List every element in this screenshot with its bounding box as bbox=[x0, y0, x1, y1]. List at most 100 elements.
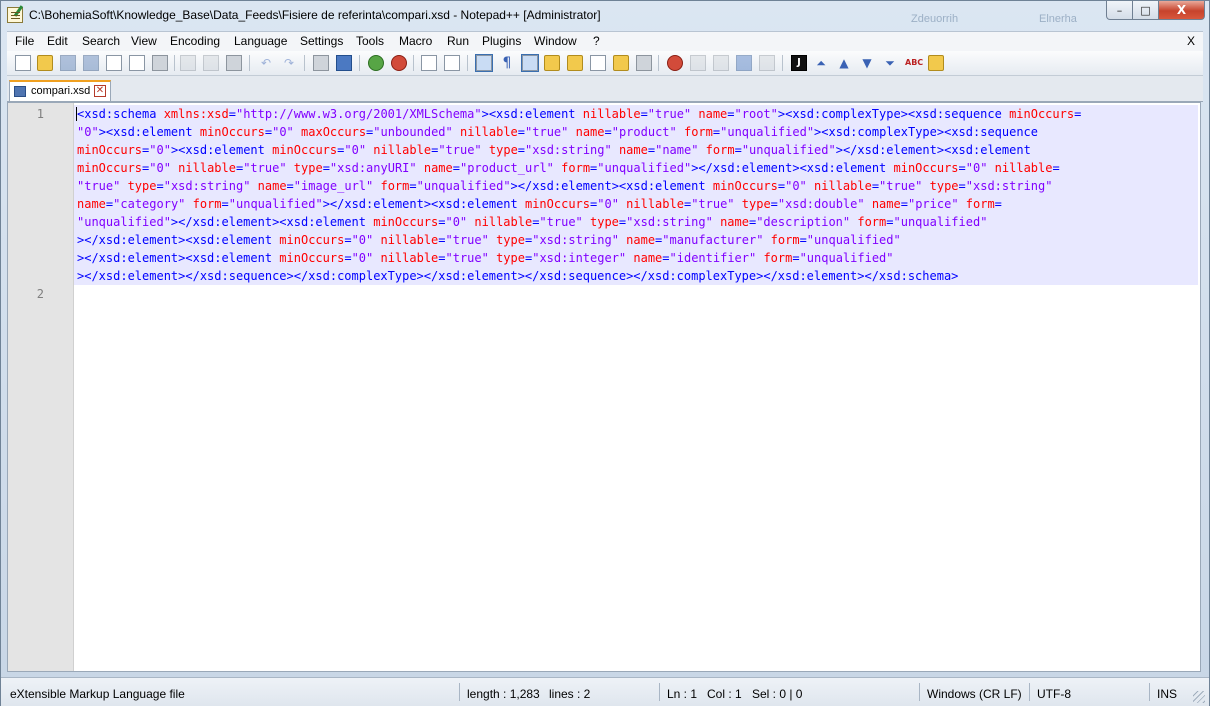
tab-compari-xsd[interactable]: compari.xsd ✕ bbox=[9, 80, 111, 101]
code-token: = bbox=[1074, 107, 1082, 121]
expand-icon[interactable]: ⏷ bbox=[882, 55, 898, 71]
minimize-button[interactable]: – bbox=[1106, 1, 1133, 20]
toolbar-separator bbox=[249, 55, 250, 71]
word-wrap-icon[interactable] bbox=[475, 54, 493, 72]
status-selection: Sel : 0 | 0 bbox=[752, 687, 803, 701]
new-file-icon[interactable] bbox=[15, 55, 31, 71]
code-token: "true" bbox=[691, 197, 742, 211]
save-icon[interactable] bbox=[60, 55, 76, 71]
menu-tools[interactable]: Tools bbox=[356, 34, 384, 48]
save-all-icon[interactable] bbox=[83, 55, 99, 71]
code-token: = bbox=[344, 251, 352, 265]
menu-help[interactable]: ? bbox=[593, 34, 600, 48]
code-token: minOccurs bbox=[279, 233, 345, 247]
monitoring-icon[interactable] bbox=[636, 55, 652, 71]
code-token: "0" bbox=[344, 143, 374, 157]
collapse-icon[interactable]: ⏶ bbox=[813, 55, 829, 71]
user-language-icon[interactable] bbox=[544, 55, 560, 71]
resize-grip[interactable] bbox=[1193, 691, 1205, 703]
open-file-icon[interactable] bbox=[37, 55, 53, 71]
code-token: "0" bbox=[965, 161, 995, 175]
menu-view[interactable]: View bbox=[131, 34, 157, 48]
tab-close-icon[interactable]: ✕ bbox=[94, 85, 106, 97]
code-token: "true" bbox=[243, 161, 294, 175]
editor-area[interactable]: 1 2 <xsd:schema xmlns:xsd="http://www.w3… bbox=[7, 102, 1201, 672]
redo-icon[interactable]: ↷ bbox=[281, 55, 297, 71]
spell-check-icon[interactable]: ABC bbox=[905, 55, 923, 71]
down-arrow-icon[interactable]: ▼ bbox=[859, 55, 875, 71]
menu-encoding[interactable]: Encoding bbox=[170, 34, 220, 48]
status-bar: eXtensible Markup Language file length :… bbox=[1, 677, 1209, 706]
window-title: C:\BohemiaSoft\Knowledge_Base\Data_Feeds… bbox=[29, 8, 601, 22]
save-macro-icon[interactable] bbox=[759, 55, 775, 71]
status-separator bbox=[919, 683, 920, 701]
status-lines: lines : 2 bbox=[549, 687, 591, 701]
paste-icon[interactable] bbox=[226, 55, 242, 71]
code-line: ></xsd:element><xsd:element minOccurs="0… bbox=[77, 249, 894, 267]
code-token: nillable bbox=[380, 233, 439, 247]
code-token: "true" bbox=[438, 143, 489, 157]
sync-horizontal-icon[interactable] bbox=[444, 55, 460, 71]
sync-vertical-icon[interactable] bbox=[421, 55, 437, 71]
code-token: = bbox=[156, 179, 164, 193]
menu-bar: File Edit Search View Encoding Language … bbox=[7, 31, 1203, 52]
run-macro-multiple-icon[interactable] bbox=[736, 55, 752, 71]
show-all-chars-icon[interactable]: ¶ bbox=[499, 55, 515, 71]
zoom-in-icon[interactable] bbox=[368, 55, 384, 71]
code-token: form bbox=[763, 251, 793, 265]
up-arrow-icon[interactable]: ▲ bbox=[836, 55, 852, 71]
replace-icon[interactable] bbox=[336, 55, 352, 71]
code-token: "product" bbox=[611, 125, 684, 139]
menu-search[interactable]: Search bbox=[82, 34, 120, 48]
code-token: "true" bbox=[445, 233, 497, 247]
find-icon[interactable] bbox=[313, 55, 329, 71]
code-token: = bbox=[871, 179, 880, 193]
menu-plugins[interactable]: Plugins bbox=[482, 34, 521, 48]
cut-icon[interactable] bbox=[180, 55, 196, 71]
folder-workspace-icon[interactable] bbox=[613, 55, 629, 71]
menu-edit[interactable]: Edit bbox=[47, 34, 68, 48]
close-window-button[interactable]: X bbox=[1159, 1, 1205, 20]
maximize-button[interactable]: □ bbox=[1133, 1, 1159, 20]
close-icon[interactable] bbox=[106, 55, 122, 71]
status-length: length : 1,283 bbox=[467, 687, 540, 701]
print-icon[interactable] bbox=[152, 55, 168, 71]
code-token: "unqualified" bbox=[416, 179, 511, 193]
status-separator bbox=[459, 683, 460, 701]
menu-window[interactable]: Window bbox=[534, 34, 577, 48]
code-token: "xsd:string" bbox=[965, 179, 1053, 193]
jslint-icon[interactable]: J bbox=[791, 55, 807, 71]
code-token: form bbox=[192, 197, 222, 211]
record-macro-icon[interactable] bbox=[667, 55, 683, 71]
compare-icon[interactable] bbox=[928, 55, 944, 71]
undo-icon[interactable]: ↶ bbox=[258, 55, 274, 71]
copy-icon[interactable] bbox=[203, 55, 219, 71]
code-token: "xsd:anyURI" bbox=[329, 161, 424, 175]
zoom-out-icon[interactable] bbox=[391, 55, 407, 71]
close-all-icon[interactable] bbox=[129, 55, 145, 71]
play-macro-icon[interactable] bbox=[713, 55, 729, 71]
code-token: = bbox=[900, 197, 908, 211]
doc-map-icon[interactable] bbox=[567, 55, 583, 71]
code-token: nillable bbox=[626, 197, 684, 211]
code-token: name bbox=[871, 197, 901, 211]
indent-guide-icon[interactable] bbox=[521, 54, 539, 72]
menu-run[interactable]: Run bbox=[447, 34, 469, 48]
function-list-icon[interactable] bbox=[590, 55, 606, 71]
code-token: ><xsd:element bbox=[170, 143, 273, 157]
code-line: minOccurs="0"><xsd:element minOccurs="0"… bbox=[77, 141, 1031, 159]
code-token: = bbox=[438, 233, 446, 247]
menu-macro[interactable]: Macro bbox=[399, 34, 432, 48]
code-token: "unqualified" bbox=[741, 143, 836, 157]
menu-file[interactable]: File bbox=[15, 34, 34, 48]
code-token: = bbox=[452, 161, 460, 175]
code-token: "unqualified" bbox=[720, 125, 815, 139]
title-bar[interactable]: C:\BohemiaSoft\Knowledge_Base\Data_Feeds… bbox=[1, 1, 1209, 31]
code-token: type bbox=[293, 161, 323, 175]
stop-macro-icon[interactable] bbox=[690, 55, 706, 71]
toolbar-separator bbox=[304, 55, 305, 71]
menu-language[interactable]: Language bbox=[234, 34, 287, 48]
code-token: type bbox=[741, 197, 771, 211]
close-document-button[interactable]: X bbox=[1187, 34, 1195, 48]
menu-settings[interactable]: Settings bbox=[300, 34, 343, 48]
